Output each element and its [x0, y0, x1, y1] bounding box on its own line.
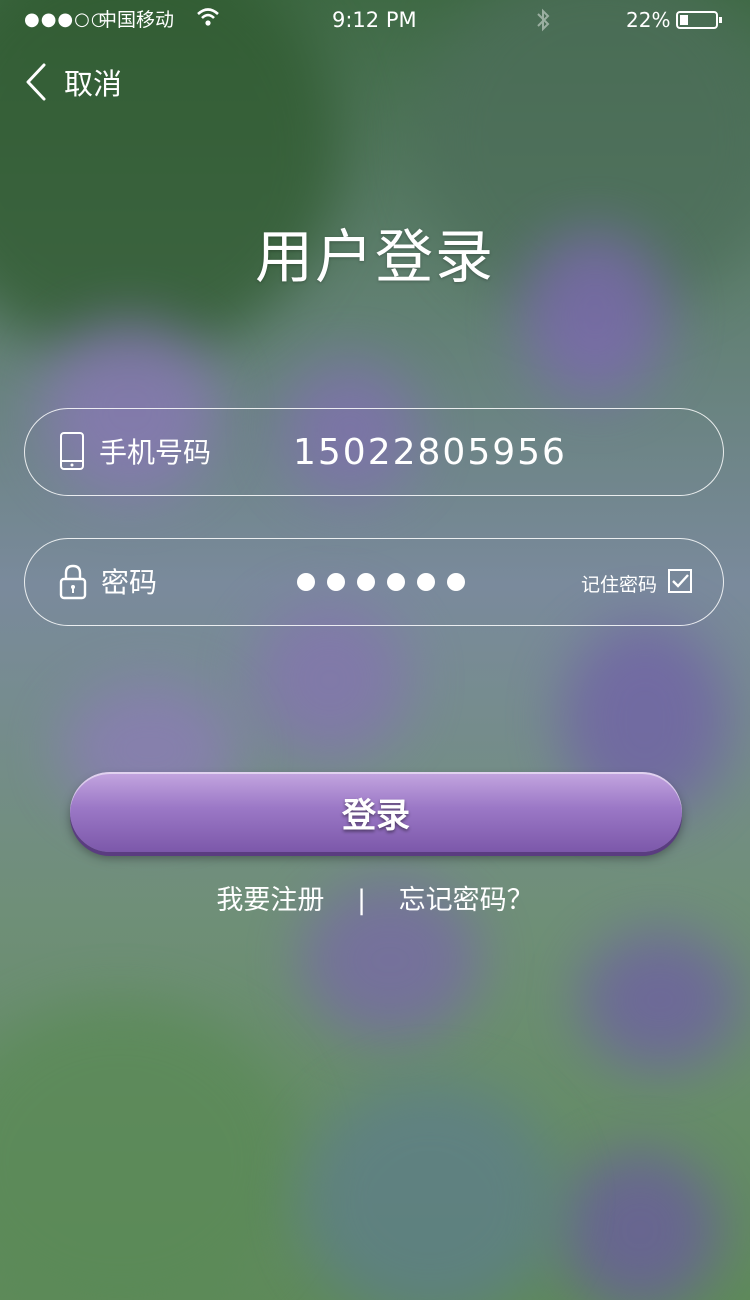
- lock-icon: [59, 563, 87, 605]
- phone-label: 手机号码: [99, 436, 212, 469]
- remember-password-label: 记住密码: [580, 573, 657, 596]
- register-link[interactable]: 我要注册: [216, 878, 324, 917]
- page-title: 用户登录: [254, 223, 495, 291]
- password-field[interactable]: 密码 记住密码: [24, 538, 724, 626]
- password-dot: [447, 573, 465, 591]
- clock-time: 9:12 PM: [332, 8, 417, 32]
- status-bar: ●●●○○ 中国移动 9:12 PM 22%: [0, 0, 750, 40]
- background-image: [0, 0, 750, 1300]
- carrier-name: 中国移动: [98, 9, 175, 31]
- checkbox-checked-icon[interactable]: [667, 568, 693, 599]
- password-input[interactable]: [297, 573, 465, 591]
- password-dot: [387, 573, 405, 591]
- cancel-button[interactable]: 取消: [24, 58, 122, 106]
- password-dot: [357, 573, 375, 591]
- signal-strength-icon: ●●●○○: [24, 9, 108, 30]
- battery-icon: [676, 10, 724, 35]
- phone-field[interactable]: 手机号码 15022805956: [24, 408, 724, 496]
- auth-links: 我要注册 | 忘记密码？: [0, 878, 750, 917]
- phone-icon: [59, 431, 85, 475]
- cancel-label: 取消: [64, 67, 123, 101]
- remember-password-toggle[interactable]: 记住密码: [581, 539, 693, 627]
- forgot-password-link[interactable]: 忘记密码？: [399, 878, 534, 917]
- bluetooth-icon: [535, 8, 551, 37]
- password-dot: [327, 573, 345, 591]
- phone-input[interactable]: 15022805956: [293, 409, 567, 497]
- password-dot: [297, 573, 315, 591]
- link-separator: |: [356, 885, 367, 916]
- login-button[interactable]: 登录: [70, 772, 682, 852]
- battery-percent: 22%: [626, 8, 671, 32]
- chevron-left-icon: [24, 62, 50, 102]
- password-dot: [417, 573, 435, 591]
- password-label: 密码: [101, 566, 158, 599]
- wifi-icon: [196, 6, 220, 33]
